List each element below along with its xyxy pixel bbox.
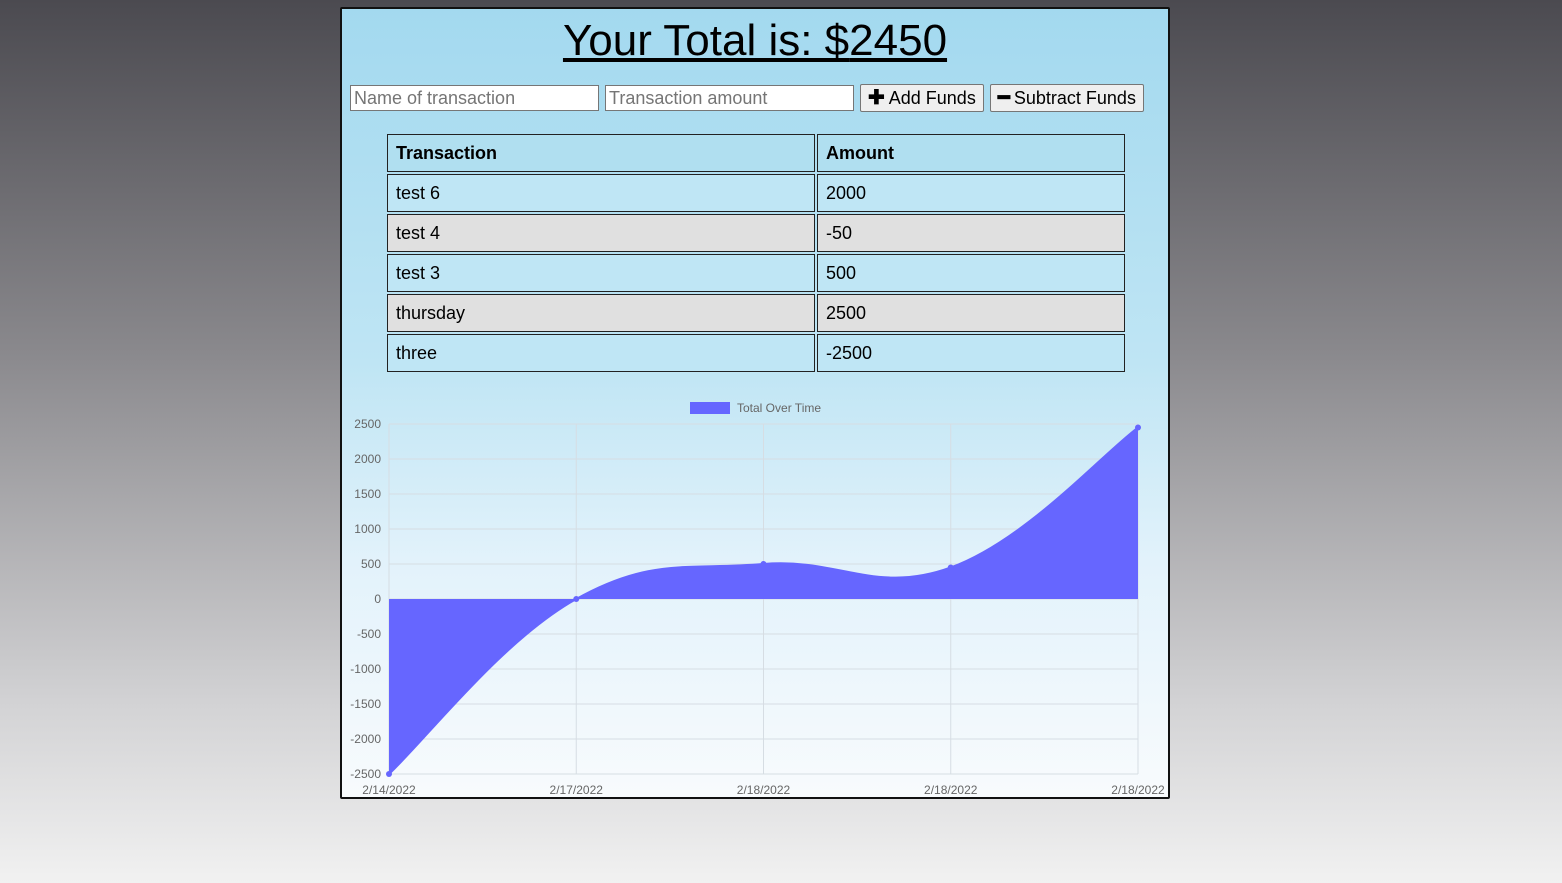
column-header-transaction: Transaction	[387, 134, 815, 172]
total-prefix: Your Total is: $	[562, 16, 850, 65]
table-row: thursday 2500	[387, 294, 1125, 332]
column-header-amount: Amount	[817, 134, 1125, 172]
transaction-name-cell: test 6	[387, 174, 815, 212]
x-tick-label: 2/17/2022	[550, 783, 604, 795]
y-tick-label: -500	[357, 627, 381, 641]
subtract-funds-button[interactable]: ━ Subtract Funds	[989, 84, 1144, 112]
transaction-form: ✚ Add Funds ━ Subtract Funds	[350, 84, 1144, 112]
plus-icon: ✚	[868, 87, 885, 109]
data-point	[573, 596, 580, 602]
data-point	[947, 564, 954, 571]
subtract-funds-label: Subtract Funds	[1013, 87, 1136, 108]
transaction-name-cell: test 4	[387, 214, 815, 252]
x-tick-label: 2/18/2022	[924, 783, 978, 795]
y-tick-label: 1500	[354, 487, 381, 501]
transaction-amount-cell: -2500	[817, 334, 1125, 372]
total-heading: Your Total is: $2450	[342, 15, 1168, 67]
legend-label: Total Over Time	[737, 401, 821, 415]
y-tick-label: -2000	[350, 732, 381, 746]
y-tick-label: -1500	[350, 697, 381, 711]
transaction-name-cell: three	[387, 334, 815, 372]
y-tick-label: -1000	[350, 662, 381, 676]
transaction-name-cell: thursday	[387, 294, 815, 332]
y-tick-label: 2000	[354, 452, 381, 466]
app-container: Your Total is: $2450 ✚ Add Funds ━ Subtr…	[340, 7, 1170, 799]
add-funds-label: Add Funds	[888, 87, 976, 108]
data-point	[760, 561, 767, 567]
transaction-amount-cell: 500	[817, 254, 1125, 292]
table-row: three -2500	[387, 334, 1125, 372]
table-header-row: Transaction Amount	[387, 134, 1125, 172]
table-row: test 3 500	[387, 254, 1125, 292]
transaction-amount-cell: -50	[817, 214, 1125, 252]
y-tick-label: 0	[374, 592, 381, 606]
minus-icon: ━	[997, 87, 1010, 109]
transaction-name-cell: test 3	[387, 254, 815, 292]
transaction-amount-input[interactable]	[605, 85, 854, 111]
transaction-amount-cell: 2500	[817, 294, 1125, 332]
total-over-time-chart: Total Over Time 2500 2000 1500 1000 500 0 -500 -…	[350, 401, 1165, 795]
y-tick-label: -2500	[350, 767, 381, 781]
legend-swatch	[690, 402, 730, 414]
table-row: test 4 -50	[387, 214, 1125, 252]
transaction-name-input[interactable]	[350, 85, 599, 111]
transactions-table: Transaction Amount test 6 2000 test 4 -5…	[385, 132, 1127, 374]
y-tick-label: 500	[361, 557, 381, 571]
table-row: test 6 2000	[387, 174, 1125, 212]
total-value: 2450	[849, 16, 948, 65]
add-funds-button[interactable]: ✚ Add Funds	[860, 84, 984, 112]
y-tick-label: 2500	[354, 417, 381, 431]
data-point	[1135, 424, 1141, 431]
data-point	[386, 771, 392, 777]
x-tick-label: 2/18/2022	[737, 783, 791, 795]
y-tick-label: 1000	[354, 522, 381, 536]
x-tick-label: 2/14/2022	[362, 783, 416, 795]
transaction-amount-cell: 2000	[817, 174, 1125, 212]
x-tick-label: 2/18/2022	[1111, 783, 1165, 795]
